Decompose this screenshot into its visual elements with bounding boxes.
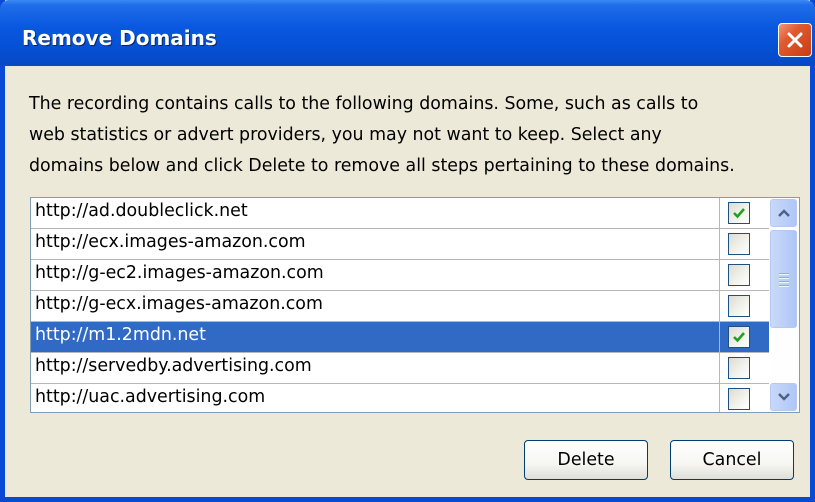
close-button[interactable] — [778, 23, 812, 57]
domain-row[interactable]: http://m1.2mdn.net — [31, 322, 769, 353]
domain-checkbox[interactable] — [728, 233, 750, 255]
domain-row[interactable]: http://g-ec2.images-amazon.com — [31, 260, 769, 291]
chevron-down-icon — [777, 393, 790, 401]
description-line: The recording contains calls to the foll… — [29, 94, 699, 114]
domain-url: http://g-ecx.images-amazon.com — [35, 294, 323, 314]
domain-checkbox[interactable] — [728, 264, 750, 286]
domain-row[interactable]: http://g-ecx.images-amazon.com — [31, 291, 769, 322]
vertical-scrollbar[interactable] — [769, 198, 799, 412]
domain-row[interactable]: http://ad.doubleclick.net — [31, 198, 769, 229]
dialog-title: Remove Domains — [22, 26, 217, 50]
domain-checkbox[interactable] — [728, 202, 750, 224]
domain-checkbox[interactable] — [728, 326, 750, 348]
domain-row[interactable]: http://uac.advertising.com — [31, 384, 769, 412]
column-divider — [719, 198, 720, 229]
domain-url: http://m1.2mdn.net — [35, 325, 206, 345]
cancel-button[interactable]: Cancel — [670, 440, 794, 480]
column-divider — [719, 291, 720, 322]
domain-list[interactable]: http://ad.doubleclick.net http://ecx.imag… — [30, 197, 800, 413]
domain-url: http://ad.doubleclick.net — [35, 201, 248, 221]
domain-url: http://ecx.images-amazon.com — [35, 232, 306, 252]
domain-checkbox[interactable] — [728, 388, 750, 410]
domain-row[interactable]: http://servedby.advertising.com — [31, 353, 769, 384]
description-line: domains below and click Delete to remove… — [29, 156, 735, 176]
column-divider — [719, 260, 720, 291]
column-divider — [719, 384, 720, 412]
scroll-up-button[interactable] — [770, 199, 797, 227]
check-icon — [733, 332, 745, 343]
chevron-up-icon — [777, 209, 790, 217]
delete-button[interactable]: Delete — [524, 440, 648, 480]
description-line: web statistics or advert providers, you … — [29, 125, 662, 145]
dialog-description: The recording contains calls to the foll… — [29, 89, 809, 182]
scroll-thumb[interactable] — [770, 230, 797, 328]
close-icon — [787, 32, 803, 48]
domain-url: http://servedby.advertising.com — [35, 356, 312, 376]
scroll-down-button[interactable] — [770, 383, 797, 411]
check-icon — [733, 208, 745, 219]
domain-checkbox[interactable] — [728, 357, 750, 379]
column-divider — [719, 353, 720, 384]
title-bar[interactable]: Remove Domains — [0, 0, 815, 66]
domain-row[interactable]: http://ecx.images-amazon.com — [31, 229, 769, 260]
domain-checkbox[interactable] — [728, 295, 750, 317]
column-divider — [719, 229, 720, 260]
domain-url: http://g-ec2.images-amazon.com — [35, 263, 324, 283]
column-divider — [719, 322, 720, 353]
domain-url: http://uac.advertising.com — [35, 387, 266, 407]
